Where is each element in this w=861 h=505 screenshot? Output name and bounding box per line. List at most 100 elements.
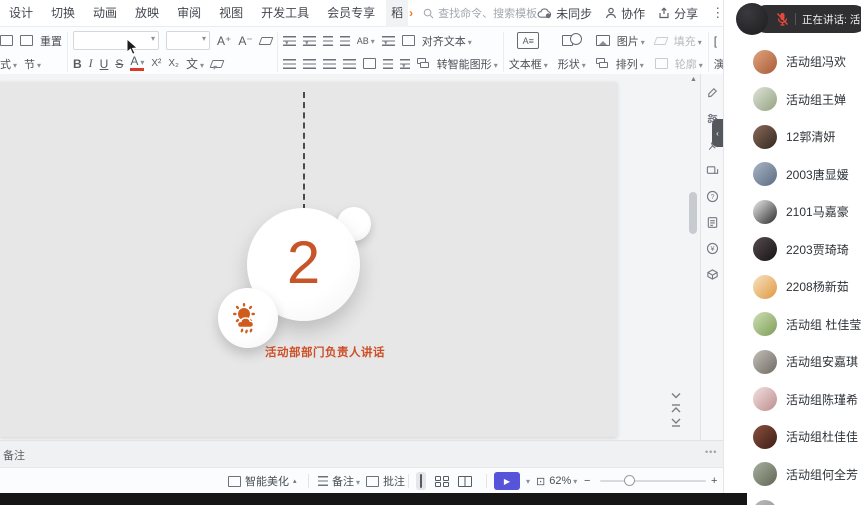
font-color-button[interactable]: A bbox=[130, 56, 144, 71]
participant-row[interactable]: 活动组安嘉琪 bbox=[724, 343, 861, 381]
menu-tab[interactable]: 开发工具 bbox=[252, 0, 318, 26]
align-right-icon[interactable] bbox=[323, 59, 336, 69]
align-center-icon[interactable] bbox=[303, 59, 316, 69]
picture-icon[interactable] bbox=[596, 35, 610, 46]
play-slideshow-button[interactable]: ▶ bbox=[494, 472, 520, 490]
superscript-button[interactable]: X² bbox=[151, 58, 161, 69]
layout-button[interactable]: 式 bbox=[0, 56, 17, 72]
justify-icon[interactable] bbox=[343, 59, 356, 69]
increase-indent-icon[interactable] bbox=[340, 36, 350, 46]
menu-tab[interactable]: 切换 bbox=[42, 0, 84, 26]
tab-docer[interactable]: 稻 bbox=[386, 0, 408, 28]
participant-row[interactable]: 2203贾琦琦 bbox=[724, 231, 861, 269]
picture-button[interactable]: 图片 bbox=[617, 33, 645, 49]
subscript-button[interactable]: X₂ bbox=[168, 58, 179, 69]
text-direction-button[interactable]: AB bbox=[357, 36, 375, 46]
clear-format-icon[interactable] bbox=[258, 37, 273, 45]
hanging-dashed-line[interactable] bbox=[303, 92, 305, 210]
smart-graphic-icon[interactable] bbox=[417, 58, 430, 69]
arrange-button[interactable]: 排列 bbox=[616, 56, 644, 72]
zoom-slider[interactable] bbox=[600, 480, 706, 482]
increase-font-button[interactable]: A⁺ bbox=[217, 34, 231, 48]
participant-row[interactable]: 活动组冯欢 bbox=[724, 43, 861, 81]
zoom-in-button[interactable]: + bbox=[711, 468, 717, 494]
menu-tab[interactable]: 动画 bbox=[84, 0, 126, 26]
menu-tab[interactable]: 视图 bbox=[210, 0, 252, 26]
font-family-select[interactable] bbox=[73, 31, 159, 50]
align-text-icon[interactable] bbox=[402, 35, 415, 46]
bullet-list-icon[interactable] bbox=[283, 36, 296, 46]
zoom-slider-knob[interactable] bbox=[624, 475, 635, 486]
collaborate-button[interactable]: 协作 bbox=[605, 5, 645, 22]
present-button[interactable]: 演示 bbox=[714, 56, 723, 72]
slide-layout-icon[interactable] bbox=[0, 35, 13, 46]
menu-tab[interactable]: 审阅 bbox=[168, 0, 210, 26]
zoom-out-button[interactable]: − bbox=[584, 468, 590, 494]
share-button[interactable]: 分享 bbox=[658, 5, 698, 22]
bold-button[interactable]: B bbox=[73, 57, 82, 71]
comment-button[interactable]: 批注 bbox=[366, 468, 405, 494]
vertical-scrollbar[interactable] bbox=[687, 74, 699, 440]
align-left-icon[interactable] bbox=[283, 59, 296, 69]
participant-row[interactable]: 活动组杜佳佳 bbox=[724, 418, 861, 456]
participant-row[interactable]: 2101马嘉豪 bbox=[724, 193, 861, 231]
participant-row[interactable]: 12郭清妍 bbox=[724, 118, 861, 156]
reset-icon[interactable] bbox=[20, 35, 33, 46]
weather-badge-shape[interactable] bbox=[218, 288, 278, 348]
menu-tab[interactable]: 设计 bbox=[0, 0, 42, 26]
prev-slide-button[interactable] bbox=[671, 404, 681, 413]
participant-row[interactable]: 2208杨新茹 bbox=[724, 268, 861, 306]
participant-row[interactable]: 活动组陈瑾希 bbox=[724, 381, 861, 419]
template-box-rail-icon[interactable] bbox=[706, 268, 719, 281]
pen-rail-icon[interactable] bbox=[706, 86, 719, 99]
chevron-down-icon[interactable] bbox=[671, 392, 681, 399]
paragraph-spacing-icon[interactable] bbox=[400, 59, 410, 69]
slide-canvas[interactable]: 2 活动部部门负责人讲话 bbox=[0, 82, 617, 437]
font-size-select[interactable] bbox=[166, 31, 210, 50]
decrease-font-button[interactable]: A⁻ bbox=[238, 34, 252, 48]
numbered-list-icon[interactable] bbox=[303, 36, 316, 46]
sidebar-collapse-handle[interactable]: ‹ bbox=[712, 119, 723, 147]
zoom-value[interactable]: 62% bbox=[549, 475, 577, 487]
underline-button[interactable]: U bbox=[100, 57, 109, 71]
line-spacing-icon[interactable] bbox=[383, 59, 393, 69]
more-options-icon[interactable]: ••• bbox=[705, 447, 717, 457]
menu-tab[interactable]: 放映 bbox=[126, 0, 168, 26]
participant-row[interactable]: 活动组何全芳 bbox=[724, 456, 861, 494]
italic-button[interactable]: I bbox=[89, 56, 93, 71]
textbox-icon[interactable]: A≡ bbox=[517, 32, 539, 49]
participant-row[interactable]: 活动组王婵 bbox=[724, 81, 861, 119]
coin-rail-icon[interactable]: ¥ bbox=[706, 242, 719, 255]
smart-beautify-button[interactable]: 智能美化 ▴ bbox=[228, 468, 297, 494]
notes-bar[interactable]: 备注 bbox=[0, 440, 723, 468]
notes-rail-icon[interactable] bbox=[706, 216, 719, 229]
arrange-icon[interactable] bbox=[596, 58, 609, 69]
smart-graphic-button[interactable]: 转智能图形 bbox=[437, 56, 498, 72]
strikethrough-button[interactable]: S bbox=[115, 57, 123, 71]
section-button[interactable]: 节 bbox=[24, 56, 41, 72]
participant-row[interactable]: 2003唐显媛 bbox=[724, 156, 861, 194]
help-rail-icon[interactable]: ? bbox=[706, 190, 719, 203]
text-effect-button[interactable]: 文 bbox=[186, 55, 204, 72]
play-options-caret[interactable] bbox=[524, 475, 530, 487]
more-menu-icon[interactable]: ⋮ bbox=[711, 5, 723, 21]
notes-toggle-button[interactable]: 备注 bbox=[318, 468, 360, 494]
reset-button[interactable]: 重置 bbox=[40, 33, 62, 49]
menu-tab[interactable]: 会员专享 bbox=[318, 0, 384, 26]
next-slide-button[interactable] bbox=[671, 418, 681, 427]
participant-row[interactable]: 活动组 杜佳莹 bbox=[724, 306, 861, 344]
reading-view-button[interactable] bbox=[458, 476, 472, 487]
sync-status[interactable]: 未同步 bbox=[537, 5, 592, 22]
sort-icon[interactable] bbox=[382, 36, 395, 46]
scrollbar-thumb[interactable] bbox=[689, 192, 697, 234]
fit-slide-icon[interactable]: ⊡ bbox=[536, 475, 545, 488]
decrease-indent-icon[interactable] bbox=[323, 36, 333, 46]
shapes-icon[interactable] bbox=[562, 33, 582, 48]
shapes-button[interactable]: 形状 bbox=[558, 56, 586, 72]
normal-view-button[interactable] bbox=[416, 472, 426, 490]
distribute-icon[interactable] bbox=[363, 58, 376, 69]
docer-expand-icon[interactable]: › bbox=[409, 6, 413, 20]
align-text-button[interactable]: 对齐文本 bbox=[422, 33, 472, 49]
transition-rail-icon[interactable] bbox=[706, 164, 719, 177]
slide-caption-text[interactable]: 活动部部门负责人讲话 bbox=[240, 344, 410, 360]
